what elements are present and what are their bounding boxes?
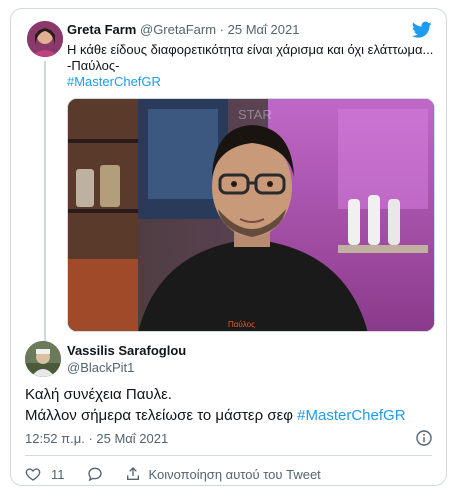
reply-author-handle[interactable]: @BlackPit1: [67, 360, 134, 375]
reply-text-body: Μάλλον σήμερα τελείωσε το μάστερ σεφ: [25, 407, 298, 424]
parent-avatar[interactable]: [27, 21, 63, 57]
tweet-actions-bar: 11 Κοινοποίηση αυτού του Tweet: [25, 464, 321, 484]
parent-hashtag-link[interactable]: #MasterChefGR: [67, 74, 437, 90]
parent-tweet-text: Η κάθε είδους διαφορετικότητα είναι χάρι…: [67, 42, 437, 90]
media-shirt-label: Παύλος: [228, 320, 255, 329]
heart-icon: [25, 468, 41, 481]
reply-tweet-text: Καλή συνέχεια Παυλε. Μάλλον σήμερα τελεί…: [25, 384, 445, 426]
info-circle-icon[interactable]: [416, 430, 432, 446]
like-button[interactable]: 11: [25, 466, 65, 482]
actions-divider: [25, 455, 432, 456]
thread-connector-line: [44, 61, 46, 343]
share-button[interactable]: Κοινοποίηση αυτού του Tweet: [125, 466, 321, 482]
twitter-bird-icon[interactable]: [411, 21, 432, 39]
parent-tweet-header: Greta Farm @GretaFarm · 25 Μαΐ 2021: [67, 22, 299, 37]
reply-button[interactable]: [87, 466, 103, 482]
parent-tweet-date[interactable]: 25 Μαΐ 2021: [228, 22, 300, 37]
like-count: 11: [51, 466, 65, 482]
reply-text-line: Καλή συνέχεια Παυλε.: [25, 386, 172, 403]
speech-bubble-icon: [87, 467, 102, 482]
header-separator: ·: [219, 22, 225, 37]
parent-text-signature: -Παύλος-: [67, 58, 120, 73]
tweet-media-image[interactable]: STAR Παύλος: [67, 98, 435, 332]
reply-timestamp[interactable]: 12:52 π.μ. · 25 Μαΐ 2021: [25, 431, 168, 446]
tweet-card: Greta Farm @GretaFarm · 25 Μαΐ 2021 Η κά…: [10, 8, 447, 486]
share-upload-icon: [126, 467, 139, 480]
parent-author-handle[interactable]: @GretaFarm: [140, 22, 216, 37]
media-watermark: STAR: [238, 107, 272, 122]
reply-avatar[interactable]: [25, 341, 61, 377]
reply-text-line-2: Μάλλον σήμερα τελείωσε το μάστερ σεφ #Ma…: [25, 405, 445, 426]
reply-hashtag-link[interactable]: #MasterChefGR: [297, 407, 405, 424]
parent-text-line: Η κάθε είδους διαφορετικότητα είναι χάρι…: [67, 42, 434, 57]
parent-author-name[interactable]: Greta Farm: [67, 22, 136, 37]
reply-author-name[interactable]: Vassilis Sarafoglou: [67, 343, 186, 358]
share-label: Κοινοποίηση αυτού του Tweet: [148, 466, 321, 482]
